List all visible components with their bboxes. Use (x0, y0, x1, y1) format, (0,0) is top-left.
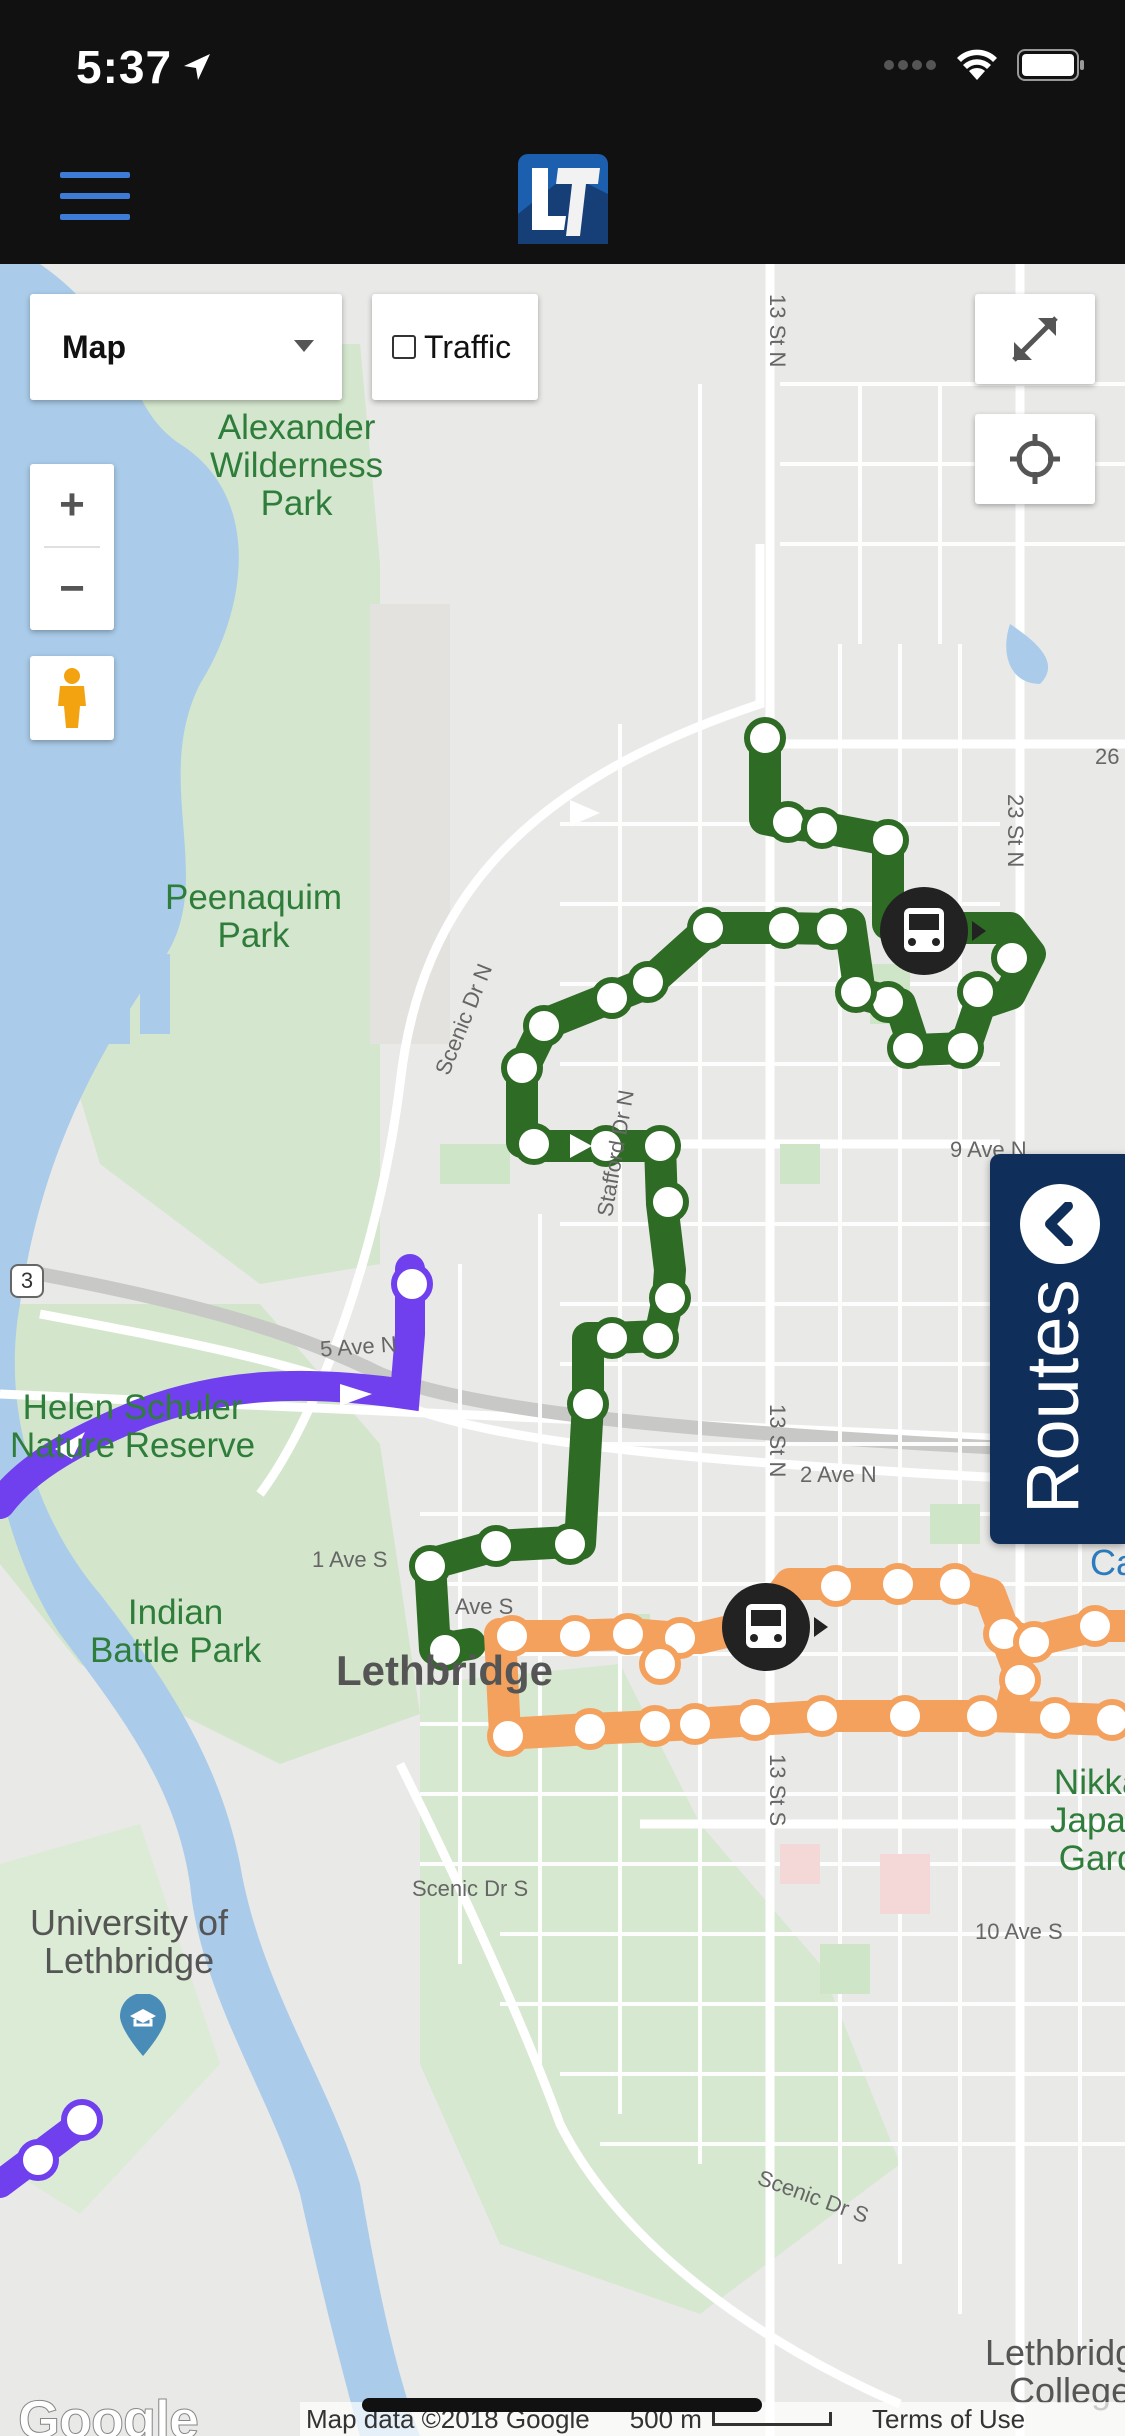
map-view[interactable]: Alexander Wilderness Park Peenaquim Park… (0, 264, 1125, 2436)
alexander-park-label: Alexander Wilderness Park (210, 408, 384, 523)
helen-schuler-label: Helen Schuler Nature Reserve (10, 1388, 256, 1465)
street-label: 23 St N (1003, 794, 1028, 868)
map-type-select[interactable]: Map (30, 294, 342, 400)
street-label: 10 Ave S (975, 1919, 1063, 1944)
street-view-pegman[interactable] (30, 656, 114, 740)
map-type-value: Map (62, 328, 126, 365)
status-time: 5:37 (76, 41, 173, 93)
pegman-icon (58, 668, 86, 728)
bus-marker-green[interactable] (880, 886, 990, 976)
street-label: 5 Ave N (319, 1331, 398, 1362)
street-label: Ave S (455, 1594, 514, 1619)
street-label: 13 St N (765, 1404, 790, 1478)
university-label: University of Lethbridge (30, 1902, 229, 1981)
highway-shield: 3 (10, 1264, 44, 1298)
top-nav-bar (0, 132, 1125, 264)
status-indicators (883, 48, 1085, 82)
map-canvas (0, 264, 1125, 2436)
routes-label: Routes (1011, 1279, 1094, 1514)
status-bar: 5:37 (0, 0, 1125, 132)
street-label: 2 Ave N (800, 1462, 877, 1487)
home-indicator[interactable] (362, 2398, 762, 2412)
wifi-icon (957, 49, 997, 80)
university-pin-icon[interactable] (118, 1994, 168, 2058)
traffic-checkbox[interactable] (392, 335, 416, 359)
crosshair-icon (1010, 434, 1060, 484)
hamburger-menu-icon[interactable] (60, 172, 140, 232)
expand-icon (1012, 316, 1058, 362)
street-label: 26 (1095, 744, 1120, 769)
street-label: 1 Ave S (312, 1547, 388, 1572)
location-arrow-icon (184, 54, 210, 80)
terms-link[interactable]: Terms of Use (872, 2404, 1025, 2435)
zoom-in-button[interactable]: + (30, 464, 114, 546)
street-label: 13 St N (765, 294, 790, 368)
street-label: 13 St S (765, 1754, 790, 1827)
street-label: Scenic Dr S (412, 1876, 529, 1901)
battery-icon (1017, 49, 1084, 81)
chevron-down-icon (294, 340, 314, 352)
lethbridge-transit-logo (518, 154, 608, 244)
zoom-out-button[interactable]: − (30, 548, 114, 630)
indian-battle-park-label: Indian Battle Park (90, 1593, 262, 1670)
city-label: Lethbridge (336, 1647, 553, 1694)
zoom-control: + − (30, 464, 114, 630)
google-logo: Google (18, 2390, 200, 2436)
traffic-label: Traffic (424, 328, 512, 365)
nikka-garden-label: Nikka Japan Gard (1050, 1763, 1125, 1878)
ca-partial-label: Ca (1090, 1542, 1125, 1583)
college-label: Lethbridge College (985, 2332, 1125, 2411)
chevron-left-icon (1020, 1184, 1100, 1264)
routes-drawer-tab[interactable]: Routes (990, 1154, 1125, 1544)
bus-marker-orange[interactable] (722, 1582, 832, 1672)
scale-bar (711, 2412, 832, 2426)
fullscreen-button[interactable] (975, 294, 1095, 384)
traffic-toggle[interactable]: Traffic (372, 294, 538, 400)
signal-icon (884, 60, 936, 70)
peenaquim-park-label: Peenaquim Park (165, 878, 343, 955)
my-location-button[interactable] (975, 414, 1095, 504)
